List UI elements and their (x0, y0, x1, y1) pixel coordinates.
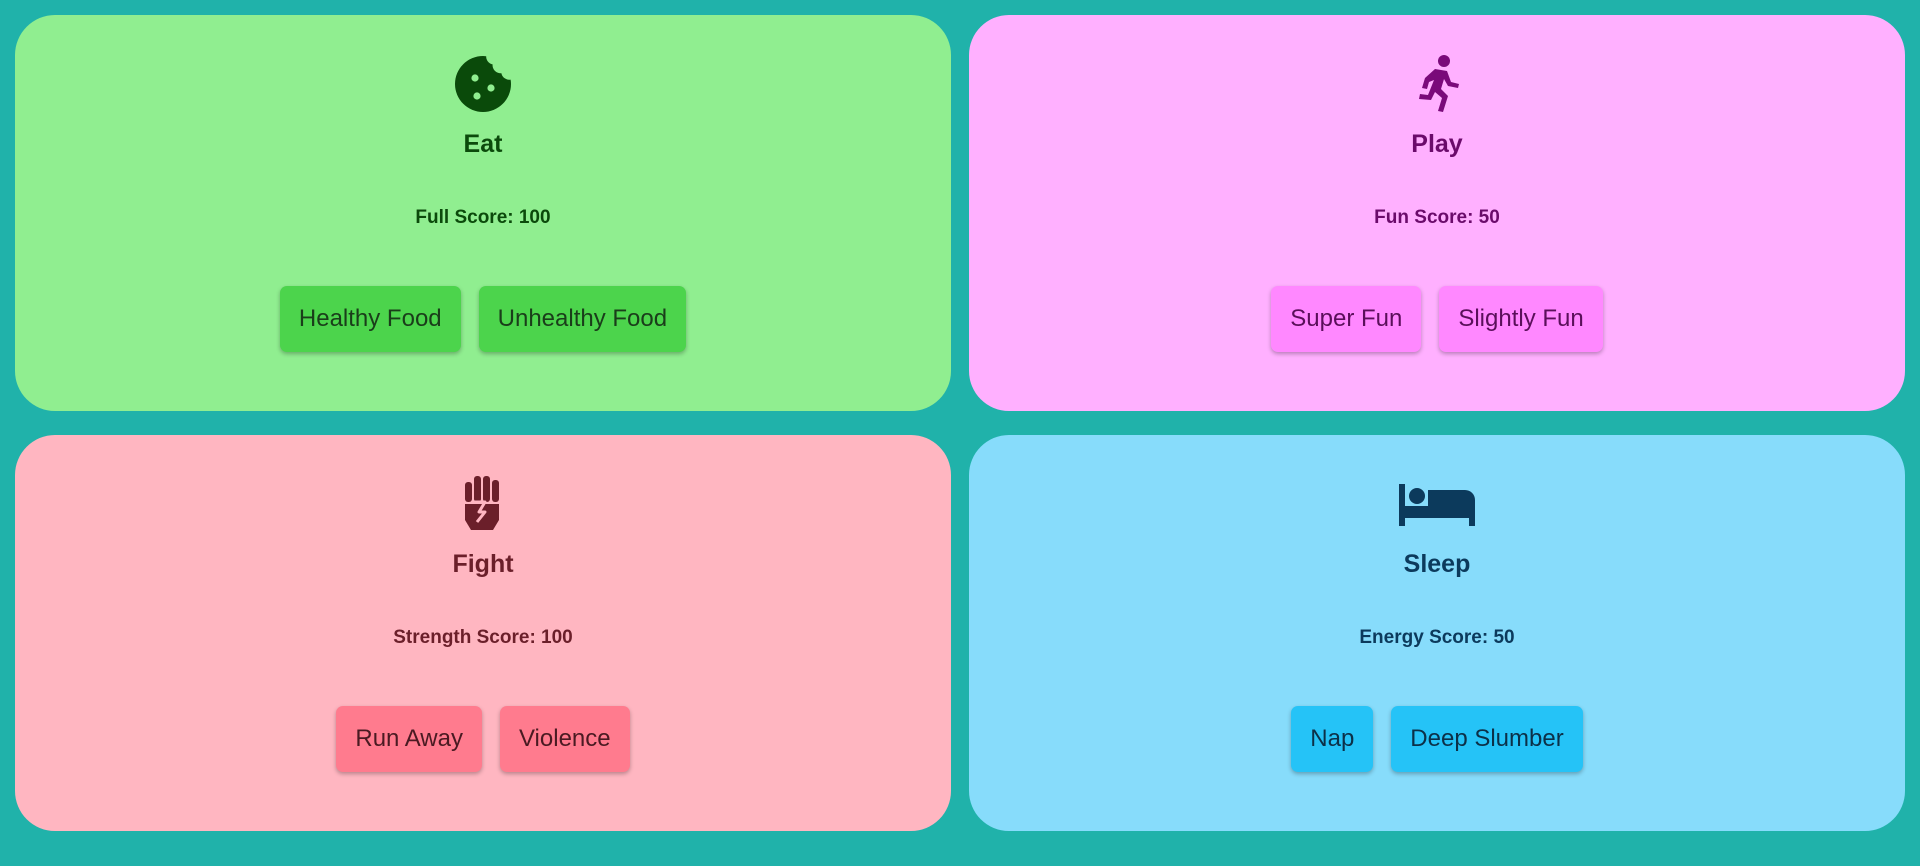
bed-icon (1397, 472, 1477, 536)
play-actions: Super Fun Slightly Fun (969, 286, 1905, 352)
cookie-icon (451, 52, 515, 116)
fight-card: Fight Strength Score: 100 Run Away Viole… (15, 435, 951, 831)
healthy-food-button[interactable]: Healthy Food (279, 286, 461, 352)
activity-grid: Eat Full Score: 100 Healthy Food Unhealt… (15, 15, 1905, 831)
nap-button[interactable]: Nap (1291, 706, 1374, 772)
full-score: Full Score: 100 (415, 207, 551, 228)
deep-slumber-button[interactable]: Deep Slumber (1391, 706, 1583, 772)
fun-score: Fun Score: 50 (1374, 207, 1500, 228)
unhealthy-food-button[interactable]: Unhealthy Food (478, 286, 687, 352)
sleep-card: Sleep Energy Score: 50 Nap Deep Slumber (969, 435, 1905, 831)
super-fun-button[interactable]: Super Fun (1271, 286, 1422, 352)
eat-title: Eat (463, 130, 503, 158)
fist-icon (451, 472, 515, 536)
sleep-actions: Nap Deep Slumber (969, 706, 1905, 772)
fight-title: Fight (452, 550, 514, 578)
running-icon (1405, 52, 1469, 116)
slightly-fun-button[interactable]: Slightly Fun (1439, 286, 1603, 352)
strength-score: Strength Score: 100 (393, 627, 573, 648)
energy-score: Energy Score: 50 (1359, 627, 1515, 648)
play-card: Play Fun Score: 50 Super Fun Slightly Fu… (969, 15, 1905, 411)
eat-card: Eat Full Score: 100 Healthy Food Unhealt… (15, 15, 951, 411)
eat-actions: Healthy Food Unhealthy Food (15, 286, 951, 352)
play-title: Play (1411, 130, 1463, 158)
violence-button[interactable]: Violence (499, 706, 630, 772)
fight-actions: Run Away Violence (15, 706, 951, 772)
run-away-button[interactable]: Run Away (336, 706, 482, 772)
sleep-title: Sleep (1403, 550, 1471, 578)
